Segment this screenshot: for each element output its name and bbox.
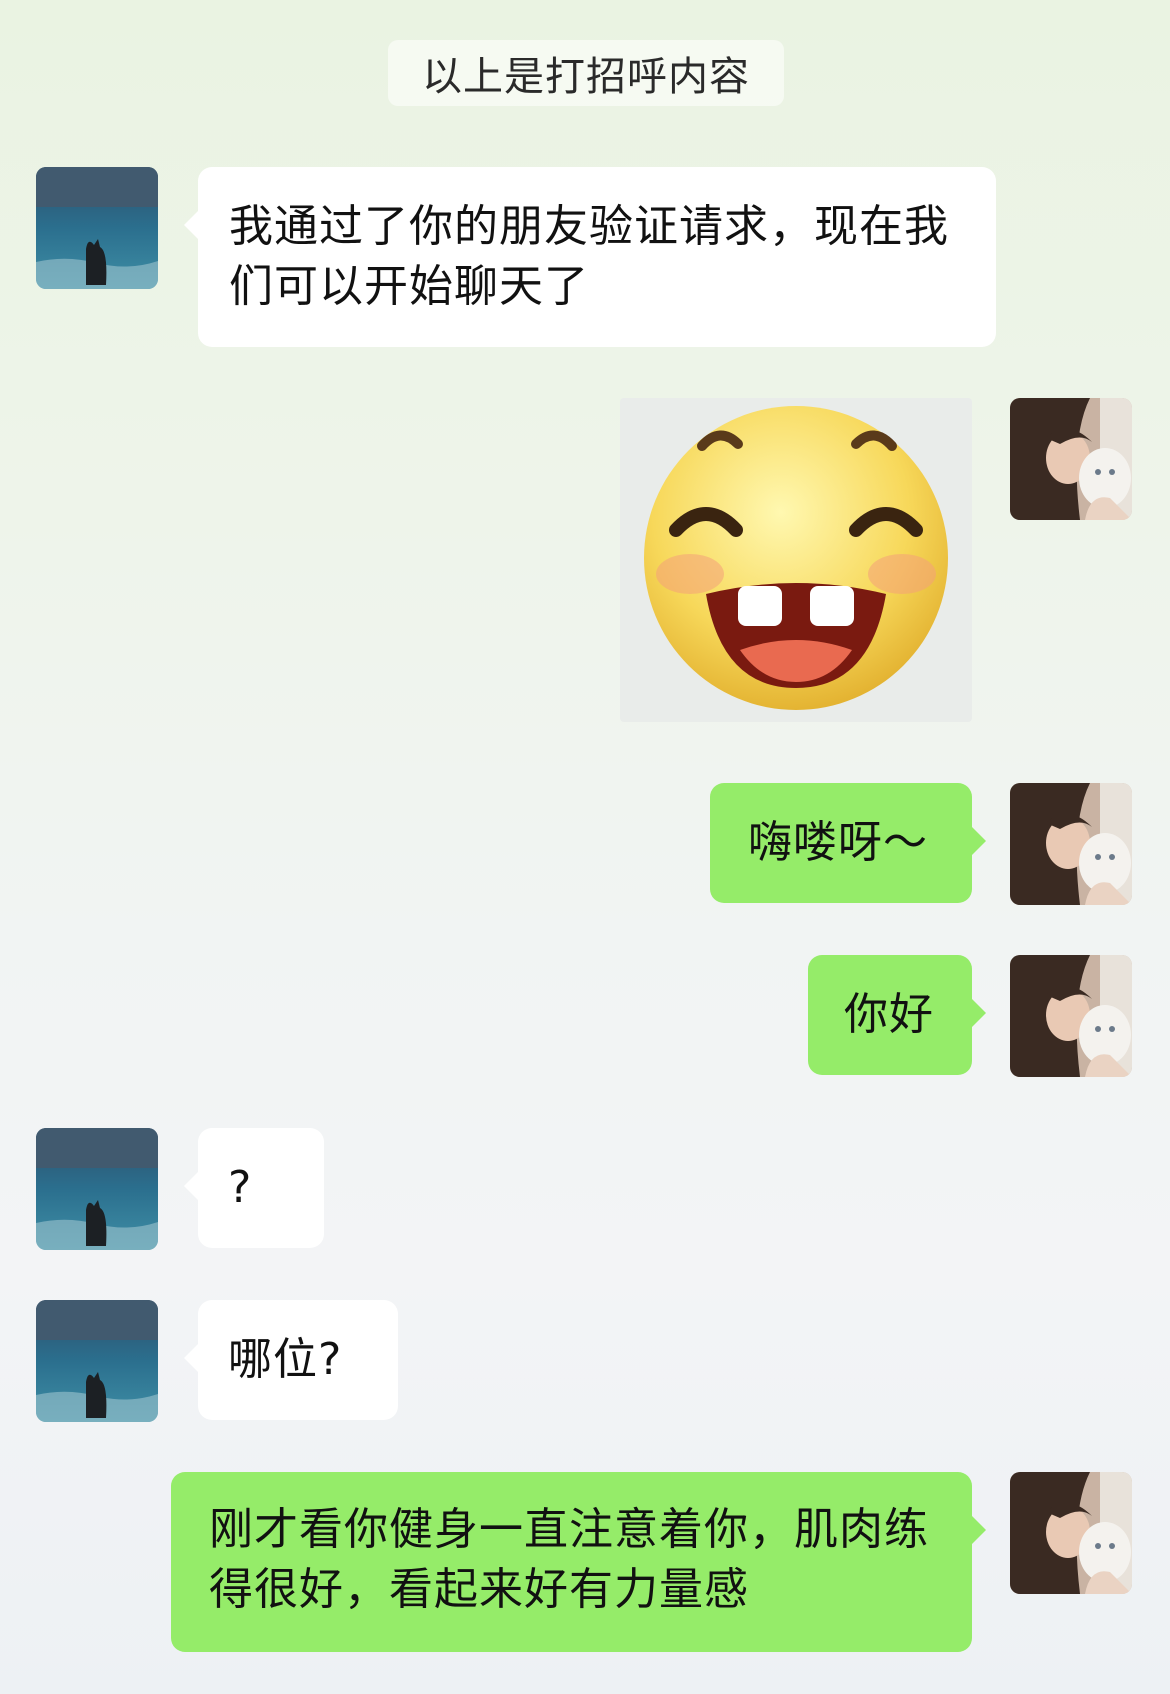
message-bubble-outgoing[interactable]: 嗨喽呀～ (710, 783, 986, 903)
message-bubble-incoming[interactable]: 哪位? (184, 1300, 398, 1420)
contact-avatar[interactable] (36, 167, 158, 289)
message-bubble-outgoing[interactable]: 你好 (808, 955, 986, 1075)
my-avatar[interactable] (1010, 955, 1132, 1077)
my-avatar[interactable] (1010, 783, 1132, 905)
my-avatar[interactable] (1010, 398, 1132, 520)
contact-avatar[interactable] (36, 1128, 158, 1250)
contact-avatar[interactable] (36, 1300, 158, 1422)
message-bubble-incoming[interactable]: 我通过了你的朋友验证请求，现在我们可以开始聊天了 (184, 167, 996, 347)
sticker-message[interactable] (620, 398, 972, 722)
grinning-emoji-icon (644, 406, 948, 710)
greeting-notice: 以上是打招呼内容 (388, 40, 784, 106)
message-bubble-incoming[interactable]: ? (184, 1128, 324, 1248)
my-avatar[interactable] (1010, 1472, 1132, 1594)
message-bubble-outgoing[interactable]: 刚才看你健身一直注意着你，肌肉练得很好，看起来好有力量感 (171, 1472, 986, 1652)
